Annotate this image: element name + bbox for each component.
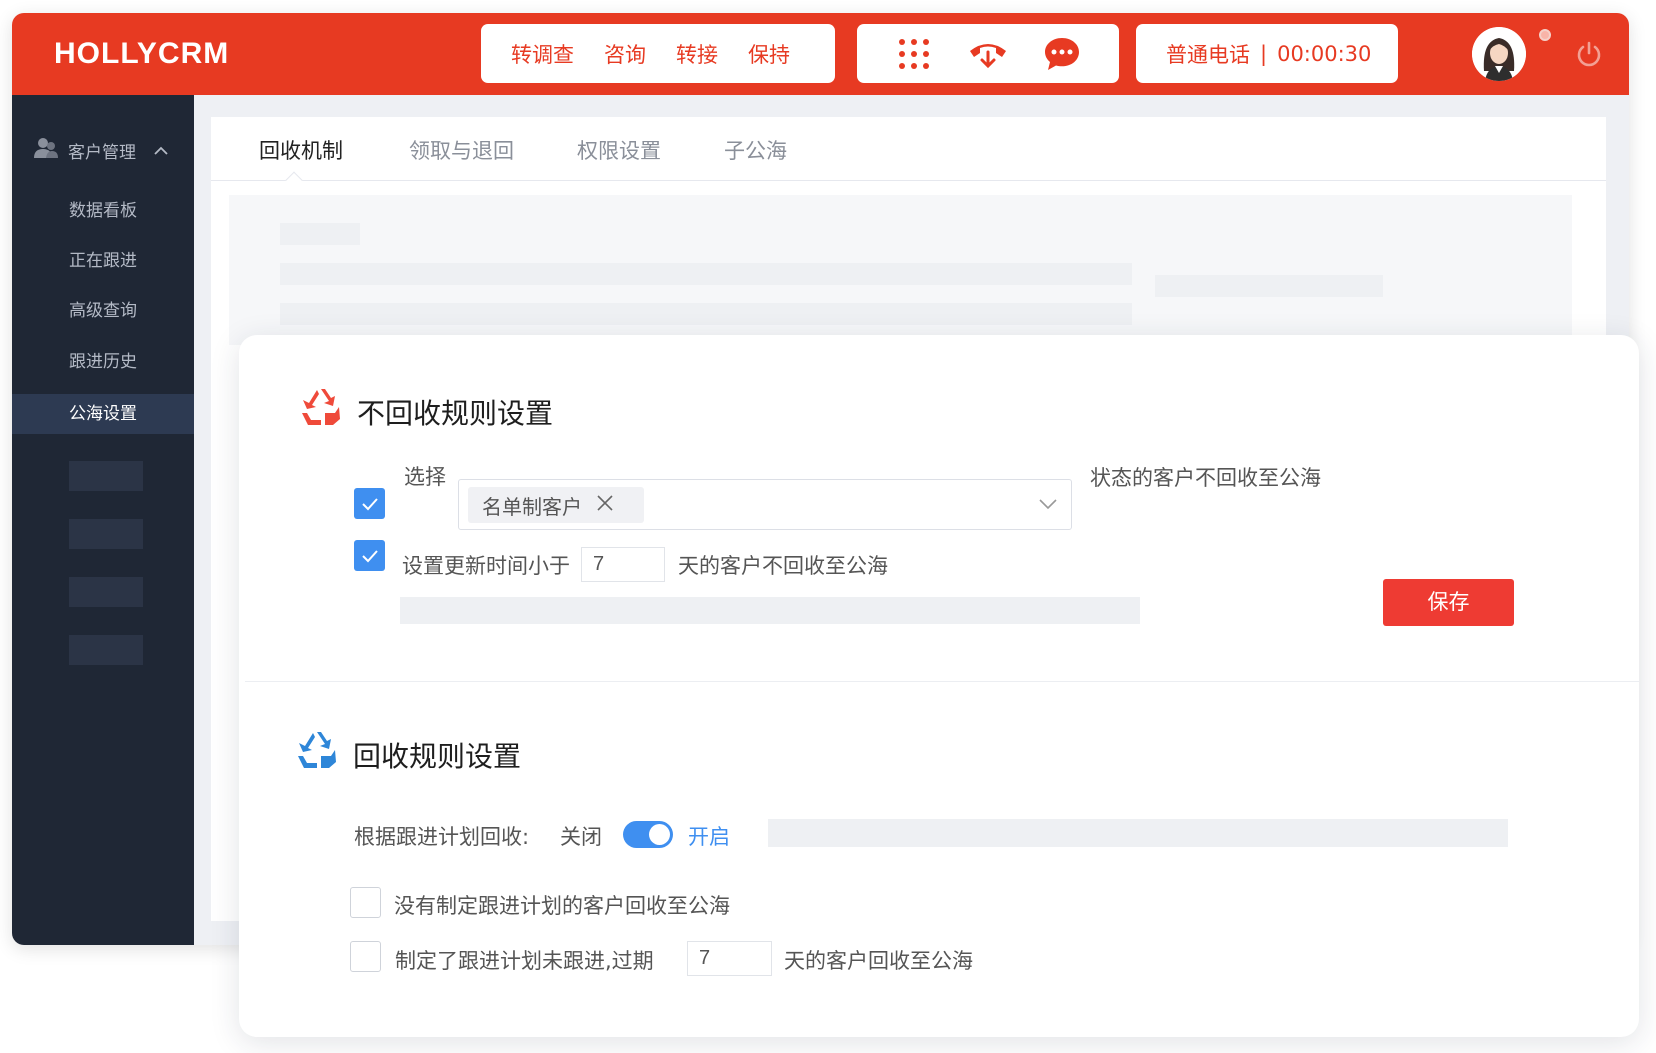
selected-tag-label: 名单制客户 (482, 494, 582, 519)
update-time-prefix: 设置更新时间小于 (402, 554, 570, 578)
switch-off-label: 关闭 (560, 825, 602, 849)
sidebar-item-public-pool-settings[interactable]: 公海设置 (12, 394, 194, 434)
sidebar-item-following[interactable]: 正在跟进 (12, 241, 194, 281)
sidebar-item-advanced-search[interactable]: 高级查询 (12, 291, 194, 331)
users-icon (34, 137, 58, 164)
status-checkbox[interactable] (354, 488, 385, 519)
switch-on-label: 开启 (688, 825, 730, 849)
sidebar-group-label: 客户管理 (68, 143, 136, 163)
power-icon[interactable] (1574, 39, 1604, 69)
call-timer: 00:00:30 (1277, 41, 1372, 66)
settings-card: 不回收规则设置 选择 名单制客户 状态的客户不回收至公海 设置更新时间小于 7 … (239, 335, 1639, 1037)
skeleton-line (1155, 275, 1383, 297)
sidebar-group-customer-management[interactable]: 客户管理 (34, 137, 168, 164)
sidebar-item-dashboard[interactable]: 数据看板 (12, 191, 194, 231)
chevron-down-icon (1039, 495, 1057, 514)
toggle-knob (649, 824, 670, 845)
select-suffix: 状态的客户不回收至公海 (1090, 466, 1321, 490)
tab-permission-settings[interactable]: 权限设置 (577, 135, 661, 165)
sidebar: 客户管理 数据看板 正在跟进 高级查询 跟进历史 公海设置 (12, 95, 194, 945)
active-tab-indicator (285, 171, 303, 189)
notification-dot (1539, 29, 1551, 41)
update-time-checkbox[interactable] (354, 540, 385, 571)
recycle-red-icon (299, 387, 343, 436)
chevron-up-icon (154, 141, 168, 161)
expired-plan-prefix: 制定了跟进计划未跟进,过期 (395, 949, 654, 973)
selected-tag: 名单制客户 (468, 487, 644, 523)
section-title-text: 不回收规则设置 (357, 396, 554, 430)
tab-claim-return[interactable]: 领取与退回 (409, 135, 514, 165)
hold-button[interactable]: 保持 (748, 39, 790, 69)
close-icon[interactable] (596, 493, 614, 517)
sidebar-item-history[interactable]: 跟进历史 (12, 342, 194, 382)
chat-icon[interactable] (1040, 32, 1084, 76)
expired-plan-suffix: 天的客户回收至公海 (784, 949, 973, 973)
update-time-suffix: 天的客户不回收至公海 (678, 554, 888, 578)
skeleton-line (280, 303, 1132, 325)
call-actions-group: 转调查 咨询 转接 保持 (481, 24, 835, 83)
sidebar-placeholder (69, 635, 143, 665)
expired-plan-checkbox[interactable] (350, 941, 381, 972)
skeleton-line (768, 819, 1508, 847)
tab-recycle-mechanism[interactable]: 回收机制 (259, 135, 343, 165)
avatar[interactable] (1472, 27, 1526, 81)
hangup-icon[interactable] (966, 32, 1010, 76)
tab-sub-pool[interactable]: 子公海 (724, 135, 787, 165)
skeleton-line (280, 263, 1132, 285)
customer-status-select[interactable]: 名单制客户 (458, 479, 1072, 530)
follow-plan-label: 根据跟进计划回收: (354, 825, 530, 849)
sidebar-placeholder (69, 519, 143, 549)
save-button[interactable]: 保存 (1383, 579, 1514, 626)
section-divider (245, 681, 1639, 682)
sidebar-placeholder (69, 577, 143, 607)
transfer-button[interactable]: 转接 (676, 39, 718, 69)
tab-bar: 回收机制 领取与退回 权限设置 子公海 (211, 117, 1606, 189)
skeleton-line (280, 223, 360, 245)
recycle-section-title: 回收规则设置 (295, 730, 521, 779)
brand-logo: HOLLYCRM (54, 37, 230, 70)
call-icons-group (857, 24, 1119, 83)
call-status: 普通电话 | 00:00:30 (1136, 24, 1398, 83)
consult-button[interactable]: 咨询 (604, 39, 646, 69)
no-plan-checkbox[interactable] (350, 887, 381, 918)
expired-days-input[interactable]: 7 (687, 941, 772, 976)
follow-plan-toggle[interactable] (623, 821, 673, 848)
select-label: 选择 (404, 465, 446, 489)
no-plan-label: 没有制定跟进计划的客户回收至公海 (394, 894, 730, 918)
call-type-label: 普通电话 (1166, 42, 1250, 67)
skeleton-line (400, 597, 1140, 624)
top-bar: HOLLYCRM 转调查 咨询 转接 保持 普通电话 | 00:00:30 (12, 13, 1629, 95)
transfer-survey-button[interactable]: 转调查 (511, 39, 574, 69)
section-title-text: 回收规则设置 (353, 739, 522, 773)
recycle-blue-icon (295, 730, 339, 779)
dialpad-icon[interactable] (892, 32, 936, 76)
sidebar-placeholder (69, 461, 143, 491)
no-recycle-section-title: 不回收规则设置 (299, 387, 553, 436)
call-separator: | (1260, 41, 1268, 66)
update-days-input[interactable]: 7 (581, 547, 665, 582)
